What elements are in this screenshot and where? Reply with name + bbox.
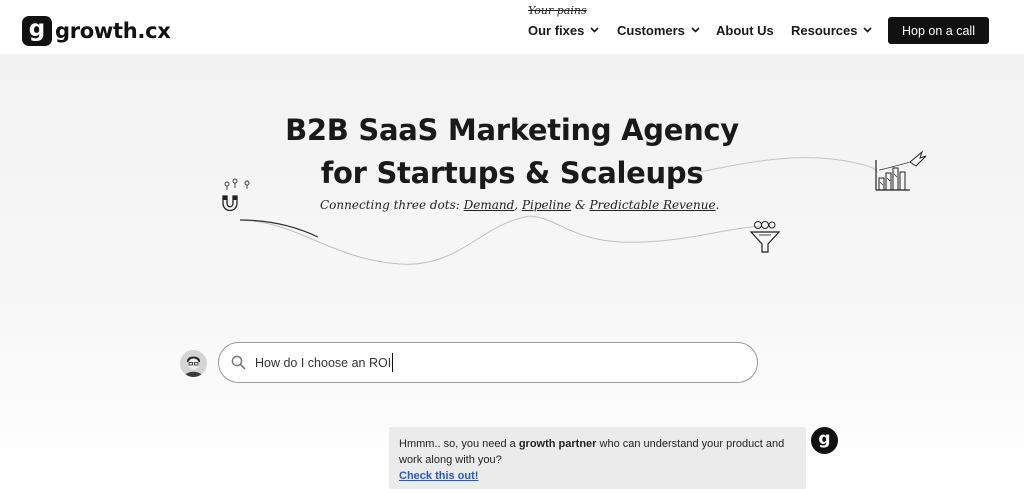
user-avatar-icon xyxy=(180,350,207,377)
tagline-separator: & xyxy=(571,198,590,212)
chevron-down-icon xyxy=(590,27,599,33)
nav-annotation: Your pains xyxy=(528,4,587,17)
nav-item-about-us[interactable]: About Us xyxy=(716,22,774,38)
nav-item-resources[interactable]: Resources xyxy=(791,22,873,38)
bot-reply-bubble: Hmmm.. so, you need a growth partner who… xyxy=(389,427,806,489)
reply-text-bold: growth partner xyxy=(518,438,597,450)
text-caret xyxy=(392,353,394,372)
nav-item-label: Resources xyxy=(791,22,858,38)
query-input[interactable]: How do I choose an ROI xyxy=(255,353,394,373)
tagline-predictable-revenue: Predictable Revenue xyxy=(589,198,716,212)
hop-on-a-call-button[interactable]: Hop on a call xyxy=(888,17,989,44)
user-avatar xyxy=(180,350,207,377)
reply-text-prefix: Hmmm.. so, you need a xyxy=(399,438,519,450)
nav-item-customers[interactable]: Customers xyxy=(617,22,700,38)
chevron-down-icon xyxy=(691,27,700,33)
tagline-suffix: . xyxy=(715,198,720,212)
tagline-pipeline: Pipeline xyxy=(521,198,572,212)
search-icon xyxy=(231,355,246,370)
check-this-out-link[interactable]: Check this out! xyxy=(399,470,478,482)
site-header: g growth.cx Your pains Our fixes Custome… xyxy=(0,0,1024,54)
logo-mark-letter: g xyxy=(28,16,46,42)
nav-item-label: About Us xyxy=(716,22,774,38)
connector-line-accent xyxy=(239,219,319,238)
brand-name: growth.cx xyxy=(55,19,171,43)
bot-avatar: g xyxy=(811,427,838,454)
hero-tagline: Connecting three dots: Demand, Pipeline … xyxy=(320,198,719,212)
tagline-prefix: Connecting three dots: xyxy=(320,198,464,212)
nav-item-our-fixes[interactable]: Our fixes xyxy=(528,22,599,38)
tagline-separator: , xyxy=(514,198,522,212)
chevron-down-icon xyxy=(863,27,873,33)
nav-item-label: Our fixes xyxy=(528,22,585,38)
nav-item-label: Customers xyxy=(617,22,685,38)
hero-title-line-1: B2B SaaS Marketing Agency xyxy=(285,113,739,147)
query-input-value: How do I choose an ROI xyxy=(255,355,392,370)
connector-line xyxy=(239,215,761,265)
bot-avatar-letter: g xyxy=(818,429,831,449)
hero-title-line-2: for Startups & Scaleups xyxy=(320,156,704,190)
tagline-demand: Demand xyxy=(463,198,515,212)
query-search-box[interactable]: How do I choose an ROI xyxy=(218,342,758,383)
hero-section: B2B SaaS Marketing Agency for Startups &… xyxy=(0,54,1024,489)
brand-logo[interactable]: g growth.cx xyxy=(22,15,171,47)
logo-mark-icon: g xyxy=(22,16,52,46)
